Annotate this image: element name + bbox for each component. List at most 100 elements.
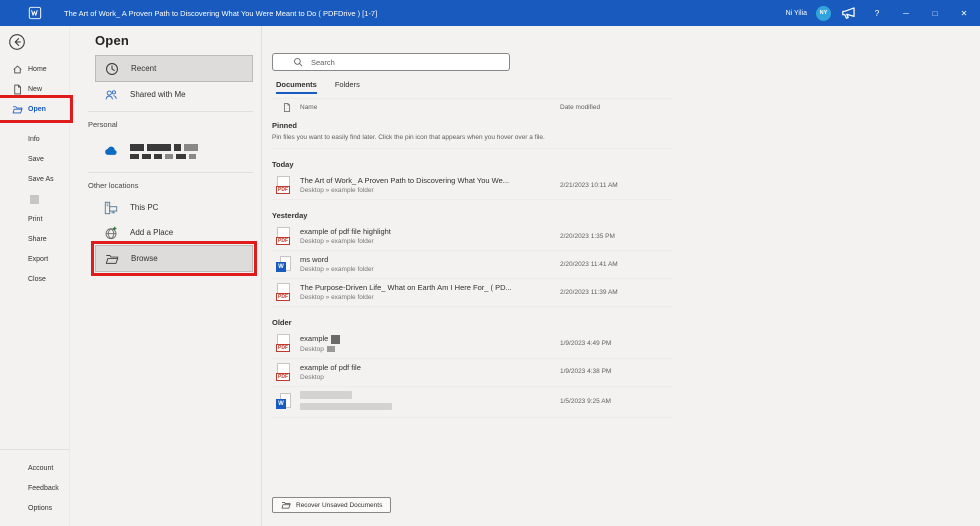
sidebar-item-label: New bbox=[28, 86, 42, 93]
page-title: Open bbox=[95, 33, 253, 48]
pdf-file-icon: PDF bbox=[276, 363, 292, 381]
file-row[interactable]: PDFexampleDesktop1/9/2023 4:49 PM bbox=[272, 330, 672, 359]
word-file-icon: W bbox=[276, 255, 292, 273]
pinned-header: Pinned bbox=[272, 121, 672, 130]
file-date-modified: 2/20/2023 11:39 AM bbox=[560, 289, 672, 296]
file-text: example of pdf file Desktop bbox=[300, 363, 560, 381]
sidebar-item-print[interactable]: Print bbox=[0, 209, 69, 229]
avatar[interactable]: NY bbox=[816, 6, 831, 21]
file-text: The Purpose-Driven Life_ What on Earth A… bbox=[300, 283, 560, 301]
sidebar-item-info[interactable]: Info bbox=[0, 129, 69, 149]
file-path-text: Desktop » example folder bbox=[300, 187, 374, 194]
sidebar-item-label: Save bbox=[28, 156, 44, 163]
redacted-file-name bbox=[300, 391, 352, 399]
megaphone-icon[interactable] bbox=[840, 4, 858, 22]
sidebar-item-close[interactable]: Close bbox=[0, 269, 69, 289]
window-title: The Art of Work_ A Proven Path to Discov… bbox=[64, 9, 377, 18]
file-path-text: Desktop » example folder bbox=[300, 294, 374, 301]
recent-files-panel: Documents Folders Name Date modified Pinn… bbox=[262, 26, 980, 526]
file-row[interactable]: PDF example of pdf file highlight Desktop … bbox=[272, 223, 672, 251]
file-path-text: Desktop » example folder bbox=[300, 238, 374, 245]
file-path: Desktop » example folder bbox=[300, 266, 560, 273]
file-text: The Art of Work_ A Proven Path to Discov… bbox=[300, 176, 560, 194]
pdf-file-icon: PDF bbox=[276, 227, 292, 245]
sidebar-item-home[interactable]: Home bbox=[0, 59, 69, 79]
sidebar-item-share[interactable]: Share bbox=[0, 229, 69, 249]
place-add-a-place[interactable]: Add a Place bbox=[95, 220, 253, 245]
recover-folder-icon bbox=[281, 500, 291, 510]
file-path: Desktop bbox=[300, 374, 560, 381]
sidebar-item-label: Print bbox=[28, 216, 42, 223]
sidebar-item-label: Home bbox=[28, 66, 47, 73]
help-button[interactable]: ? bbox=[867, 2, 887, 24]
file-text: example Desktop bbox=[300, 334, 560, 353]
file-path-text: Desktop » example folder bbox=[300, 266, 374, 273]
redacted-file-path bbox=[300, 403, 392, 410]
maximize-button[interactable]: □ bbox=[925, 2, 945, 24]
file-path: Desktop » example folder bbox=[300, 187, 560, 194]
file-path-text: Desktop bbox=[300, 346, 324, 353]
open-places-panel: Open RecentShared with Me Personal Other… bbox=[70, 26, 262, 526]
people-icon bbox=[104, 88, 118, 102]
sidebar-item-open[interactable]: Open bbox=[0, 99, 69, 119]
redacted-name-fragment bbox=[331, 335, 340, 344]
titlebar: The Art of Work_ A Proven Path to Discov… bbox=[0, 0, 980, 26]
redacted-nav-item bbox=[30, 195, 39, 204]
file-row[interactable]: PDFThe Purpose-Driven Life_ What on Eart… bbox=[272, 279, 672, 307]
file-type-column-icon bbox=[282, 102, 292, 113]
file-name: example of pdf file bbox=[300, 363, 560, 372]
redacted-path-fragment bbox=[327, 346, 335, 352]
onedrive-cloud-icon bbox=[104, 144, 118, 158]
column-name[interactable]: Name bbox=[300, 104, 560, 111]
file-name: example bbox=[300, 334, 560, 344]
tab-folders[interactable]: Folders bbox=[335, 80, 360, 94]
file-row[interactable]: Wms wordDesktop » example folder2/20/202… bbox=[272, 251, 672, 279]
redacted-account-text bbox=[130, 144, 198, 159]
sidebar-item-options[interactable]: Options bbox=[0, 498, 69, 518]
place-browse[interactable]: Browse bbox=[95, 245, 253, 272]
clock-icon bbox=[105, 62, 119, 76]
sidebar-item-save[interactable]: Save bbox=[0, 149, 69, 169]
backstage-nav: Home New Open Info Save Save As Print Share Exp… bbox=[0, 26, 70, 526]
sidebar-item-feedback[interactable]: Feedback bbox=[0, 478, 69, 498]
file-date-modified: 1/9/2023 4:49 PM bbox=[560, 340, 672, 347]
minimize-button[interactable]: ─ bbox=[896, 2, 916, 24]
file-row[interactable]: PDF example of pdf file Desktop1/9/2023 4:… bbox=[272, 359, 672, 387]
file-row[interactable]: PDF The Art of Work_ A Proven Path to Dis… bbox=[272, 172, 672, 200]
file-date-modified: 2/20/2023 1:35 PM bbox=[560, 233, 672, 240]
sidebar-item-new[interactable]: New bbox=[0, 79, 69, 99]
file-name: The Purpose-Driven Life_ What on Earth A… bbox=[300, 283, 560, 292]
sidebar-item-account[interactable]: Account bbox=[0, 458, 69, 478]
column-date-modified[interactable]: Date modified bbox=[560, 104, 672, 111]
file-date-modified: 2/21/2023 10:11 AM bbox=[560, 182, 672, 189]
tab-documents[interactable]: Documents bbox=[276, 80, 317, 94]
new-icon bbox=[12, 84, 23, 95]
section-header-older: Older bbox=[272, 318, 672, 327]
sidebar-item-export[interactable]: Export bbox=[0, 249, 69, 269]
place-shared-with-me[interactable]: Shared with Me bbox=[95, 82, 253, 107]
pdf-file-icon: PDF bbox=[276, 176, 292, 194]
recover-unsaved-documents-button[interactable]: Recover Unsaved Documents bbox=[272, 497, 391, 513]
word-file-icon: W bbox=[276, 392, 292, 410]
sidebar-item-save-as[interactable]: Save As bbox=[0, 169, 69, 189]
search-box[interactable] bbox=[272, 53, 510, 71]
file-name-text: example of pdf file highlight bbox=[300, 227, 391, 236]
close-button[interactable]: ✕ bbox=[954, 2, 974, 24]
file-date-modified: 1/9/2023 4:38 PM bbox=[560, 368, 672, 375]
place-this-pc[interactable]: This PC bbox=[95, 195, 253, 220]
place-label: Add a Place bbox=[130, 228, 173, 237]
file-path: Desktop bbox=[300, 346, 560, 353]
sidebar-item-label: Close bbox=[28, 276, 46, 283]
back-button[interactable] bbox=[8, 33, 26, 51]
sidebar-item-label: Export bbox=[28, 256, 48, 263]
pinned-section: Pinned Pin files you want to easily find… bbox=[272, 116, 672, 149]
place-onedrive[interactable] bbox=[95, 134, 253, 168]
file-text: example of pdf file highlight Desktop » e… bbox=[300, 227, 560, 245]
word-app-icon bbox=[28, 6, 42, 20]
pc-icon bbox=[104, 201, 118, 215]
file-path: Desktop » example folder bbox=[300, 294, 560, 301]
search-input[interactable] bbox=[311, 58, 503, 67]
file-row[interactable]: W1/5/2023 9:25 AM bbox=[272, 387, 672, 418]
place-recent[interactable]: Recent bbox=[95, 55, 253, 82]
folder-icon bbox=[105, 252, 119, 266]
